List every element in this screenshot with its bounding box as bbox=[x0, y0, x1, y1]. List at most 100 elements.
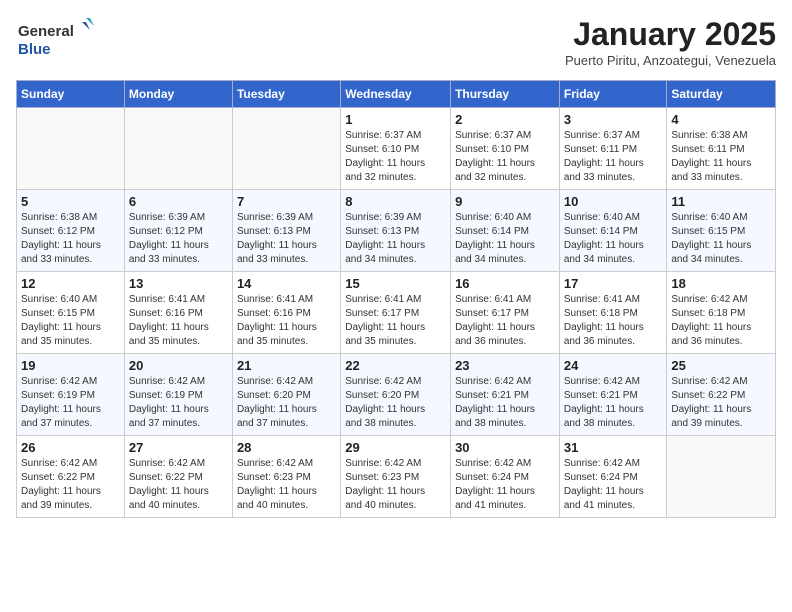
calendar-cell: 28Sunrise: 6:42 AM Sunset: 6:23 PM Dayli… bbox=[232, 436, 340, 518]
calendar-cell: 20 Sunrise: 6:42 AM Sunset: 6:19 PM Dayli… bbox=[124, 354, 232, 436]
day-info: Sunrise: 6:40 AM Sunset: 6:15 PM Dayligh… bbox=[671, 211, 771, 267]
day-number: 20 bbox=[129, 358, 228, 373]
day-number: 18 bbox=[671, 276, 771, 291]
calendar-cell: 25 Sunrise: 6:42 AM Sunset: 6:22 PM Dayli… bbox=[667, 354, 776, 436]
logo: General Blue bbox=[16, 16, 96, 60]
week-row-4: 19Sunrise: 6:42 AM Sunset: 6:19 PM Dayli… bbox=[17, 354, 776, 436]
calendar-cell: 12 Sunrise: 6:40 AM Sunset: 6:15 PM Dayli… bbox=[17, 272, 125, 354]
calendar-cell: 19Sunrise: 6:42 AM Sunset: 6:19 PM Dayli… bbox=[17, 354, 125, 436]
day-number: 25 bbox=[671, 358, 771, 373]
calendar-cell: 7 Sunrise: 6:39 AM Sunset: 6:13 PM Daylig… bbox=[232, 190, 340, 272]
svg-text:General: General bbox=[18, 23, 74, 40]
calendar-cell: 5 Sunrise: 6:38 AM Sunset: 6:12 PM Daylig… bbox=[17, 190, 125, 272]
day-number: 31 bbox=[564, 440, 663, 455]
calendar-cell: 3 Sunrise: 6:37 AM Sunset: 6:11 PM Daylig… bbox=[559, 108, 667, 190]
day-info: Sunrise: 6:42 AM Sunset: 6:19 PM Dayligh… bbox=[21, 375, 120, 431]
day-info: Sunrise: 6:40 AM Sunset: 6:14 PM Dayligh… bbox=[564, 211, 663, 267]
day-info: Sunrise: 6:37 AM Sunset: 6:10 PM Dayligh… bbox=[345, 129, 446, 185]
calendar-cell: 18 Sunrise: 6:42 AM Sunset: 6:18 PM Dayli… bbox=[667, 272, 776, 354]
logo-svg: General Blue bbox=[16, 16, 96, 60]
day-number: 11 bbox=[671, 194, 771, 209]
day-info: Sunrise: 6:41 AM Sunset: 6:18 PM Dayligh… bbox=[564, 293, 663, 349]
day-info: Sunrise: 6:39 AM Sunset: 6:12 PM Dayligh… bbox=[129, 211, 228, 267]
day-number: 8 bbox=[345, 194, 446, 209]
calendar-cell: 17 Sunrise: 6:41 AM Sunset: 6:18 PM Dayli… bbox=[559, 272, 667, 354]
day-number: 10 bbox=[564, 194, 663, 209]
day-info: Sunrise: 6:40 AM Sunset: 6:15 PM Dayligh… bbox=[21, 293, 120, 349]
day-info: Sunrise: 6:39 AM Sunset: 6:13 PM Dayligh… bbox=[345, 211, 446, 267]
day-number: 22 bbox=[345, 358, 446, 373]
day-info: Sunrise: 6:41 AM Sunset: 6:16 PM Dayligh… bbox=[237, 293, 336, 349]
day-info: Sunrise: 6:41 AM Sunset: 6:17 PM Dayligh… bbox=[345, 293, 446, 349]
day-info: Sunrise: 6:42 AM Sunset: 6:20 PM Dayligh… bbox=[237, 375, 336, 431]
calendar-cell: 15 Sunrise: 6:41 AM Sunset: 6:17 PM Dayli… bbox=[341, 272, 451, 354]
page-header: General Blue January 2025 Puerto Piritu,… bbox=[16, 16, 776, 68]
month-title: January 2025 bbox=[565, 16, 776, 53]
calendar-cell: 21 Sunrise: 6:42 AM Sunset: 6:20 PM Dayli… bbox=[232, 354, 340, 436]
calendar-cell: 1 Sunrise: 6:37 AM Sunset: 6:10 PM Daylig… bbox=[341, 108, 451, 190]
day-info: Sunrise: 6:42 AM Sunset: 6:23 PM Dayligh… bbox=[237, 457, 336, 513]
location-subtitle: Puerto Piritu, Anzoategui, Venezuela bbox=[565, 53, 776, 68]
day-number: 6 bbox=[129, 194, 228, 209]
header-thursday: Thursday bbox=[451, 81, 560, 108]
calendar-cell: 30 Sunrise: 6:42 AM Sunset: 6:24 PM Dayli… bbox=[451, 436, 560, 518]
title-area: January 2025 Puerto Piritu, Anzoategui, … bbox=[565, 16, 776, 68]
day-info: Sunrise: 6:42 AM Sunset: 6:22 PM Dayligh… bbox=[129, 457, 228, 513]
day-number: 14 bbox=[237, 276, 336, 291]
day-info: Sunrise: 6:42 AM Sunset: 6:21 PM Dayligh… bbox=[564, 375, 663, 431]
day-info: Sunrise: 6:42 AM Sunset: 6:22 PM Dayligh… bbox=[671, 375, 771, 431]
week-row-5: 26Sunrise: 6:42 AM Sunset: 6:22 PM Dayli… bbox=[17, 436, 776, 518]
day-info: Sunrise: 6:38 AM Sunset: 6:11 PM Dayligh… bbox=[671, 129, 771, 185]
calendar-cell: 22 Sunrise: 6:42 AM Sunset: 6:20 PM Dayli… bbox=[341, 354, 451, 436]
calendar-cell: 4Sunrise: 6:38 AM Sunset: 6:11 PM Daylig… bbox=[667, 108, 776, 190]
calendar-cell: 6 Sunrise: 6:39 AM Sunset: 6:12 PM Daylig… bbox=[124, 190, 232, 272]
day-number: 7 bbox=[237, 194, 336, 209]
day-number: 21 bbox=[237, 358, 336, 373]
day-number: 17 bbox=[564, 276, 663, 291]
calendar-cell: 26Sunrise: 6:42 AM Sunset: 6:22 PM Dayli… bbox=[17, 436, 125, 518]
calendar-cell: 27Sunrise: 6:42 AM Sunset: 6:22 PM Dayli… bbox=[124, 436, 232, 518]
header-friday: Friday bbox=[559, 81, 667, 108]
calendar-table: SundayMondayTuesdayWednesdayThursdayFrid… bbox=[16, 80, 776, 518]
day-number: 1 bbox=[345, 112, 446, 127]
day-number: 30 bbox=[455, 440, 555, 455]
day-info: Sunrise: 6:40 AM Sunset: 6:14 PM Dayligh… bbox=[455, 211, 555, 267]
header-sunday: Sunday bbox=[17, 81, 125, 108]
calendar-header-row: SundayMondayTuesdayWednesdayThursdayFrid… bbox=[17, 81, 776, 108]
week-row-1: 1 Sunrise: 6:37 AM Sunset: 6:10 PM Daylig… bbox=[17, 108, 776, 190]
day-info: Sunrise: 6:42 AM Sunset: 6:21 PM Dayligh… bbox=[455, 375, 555, 431]
calendar-cell: 29 Sunrise: 6:42 AM Sunset: 6:23 PM Dayli… bbox=[341, 436, 451, 518]
calendar-cell: 31 Sunrise: 6:42 AM Sunset: 6:24 PM Dayli… bbox=[559, 436, 667, 518]
calendar-cell: 24Sunrise: 6:42 AM Sunset: 6:21 PM Dayli… bbox=[559, 354, 667, 436]
calendar-cell bbox=[124, 108, 232, 190]
day-number: 5 bbox=[21, 194, 120, 209]
day-info: Sunrise: 6:41 AM Sunset: 6:16 PM Dayligh… bbox=[129, 293, 228, 349]
day-info: Sunrise: 6:41 AM Sunset: 6:17 PM Dayligh… bbox=[455, 293, 555, 349]
calendar-cell: 14 Sunrise: 6:41 AM Sunset: 6:16 PM Dayli… bbox=[232, 272, 340, 354]
day-number: 13 bbox=[129, 276, 228, 291]
calendar-cell: 23 Sunrise: 6:42 AM Sunset: 6:21 PM Dayli… bbox=[451, 354, 560, 436]
calendar-cell: 16Sunrise: 6:41 AM Sunset: 6:17 PM Dayli… bbox=[451, 272, 560, 354]
day-info: Sunrise: 6:39 AM Sunset: 6:13 PM Dayligh… bbox=[237, 211, 336, 267]
week-row-3: 12 Sunrise: 6:40 AM Sunset: 6:15 PM Dayli… bbox=[17, 272, 776, 354]
calendar-cell: 11 Sunrise: 6:40 AM Sunset: 6:15 PM Dayli… bbox=[667, 190, 776, 272]
calendar-cell: 10 Sunrise: 6:40 AM Sunset: 6:14 PM Dayli… bbox=[559, 190, 667, 272]
day-number: 15 bbox=[345, 276, 446, 291]
day-info: Sunrise: 6:42 AM Sunset: 6:18 PM Dayligh… bbox=[671, 293, 771, 349]
day-info: Sunrise: 6:42 AM Sunset: 6:23 PM Dayligh… bbox=[345, 457, 446, 513]
day-number: 29 bbox=[345, 440, 446, 455]
calendar-cell bbox=[17, 108, 125, 190]
header-monday: Monday bbox=[124, 81, 232, 108]
day-info: Sunrise: 6:38 AM Sunset: 6:12 PM Dayligh… bbox=[21, 211, 120, 267]
calendar-cell: 8 Sunrise: 6:39 AM Sunset: 6:13 PM Daylig… bbox=[341, 190, 451, 272]
day-number: 3 bbox=[564, 112, 663, 127]
day-info: Sunrise: 6:42 AM Sunset: 6:19 PM Dayligh… bbox=[129, 375, 228, 431]
day-info: Sunrise: 6:42 AM Sunset: 6:24 PM Dayligh… bbox=[564, 457, 663, 513]
svg-text:Blue: Blue bbox=[18, 41, 51, 58]
day-info: Sunrise: 6:37 AM Sunset: 6:11 PM Dayligh… bbox=[564, 129, 663, 185]
day-number: 23 bbox=[455, 358, 555, 373]
day-info: Sunrise: 6:42 AM Sunset: 6:20 PM Dayligh… bbox=[345, 375, 446, 431]
calendar-cell bbox=[232, 108, 340, 190]
day-info: Sunrise: 6:42 AM Sunset: 6:24 PM Dayligh… bbox=[455, 457, 555, 513]
day-number: 12 bbox=[21, 276, 120, 291]
